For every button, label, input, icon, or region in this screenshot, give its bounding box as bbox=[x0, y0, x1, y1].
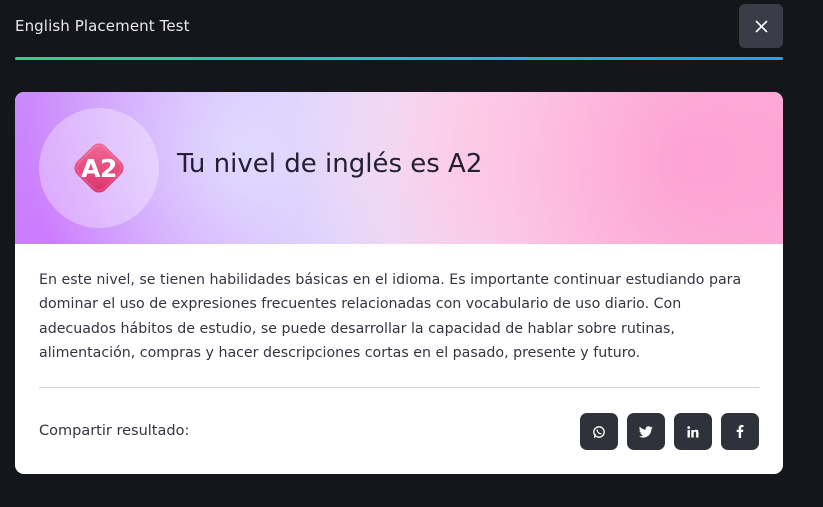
page-title: English Placement Test bbox=[15, 17, 190, 35]
result-description: En este nivel, se tienen habilidades bás… bbox=[39, 272, 742, 361]
result-hero: A2 Tu nivel de inglés es A2 bbox=[15, 92, 783, 244]
result-card: A2 Tu nivel de inglés es A2 En este nive… bbox=[15, 92, 783, 474]
level-badge-label: A2 bbox=[81, 153, 117, 183]
close-button[interactable] bbox=[739, 4, 783, 48]
linkedin-icon bbox=[687, 425, 699, 437]
level-badge: A2 bbox=[67, 136, 131, 200]
share-facebook-button[interactable] bbox=[721, 413, 759, 450]
level-badge-ring: A2 bbox=[39, 108, 159, 228]
divider bbox=[39, 387, 759, 388]
facebook-icon bbox=[736, 425, 744, 438]
result-heading: Tu nivel de inglés es A2 bbox=[177, 149, 483, 179]
close-icon bbox=[755, 20, 767, 32]
whatsapp-icon bbox=[593, 425, 605, 438]
modal-header: English Placement Test bbox=[15, 0, 783, 58]
share-buttons bbox=[580, 413, 759, 450]
share-whatsapp-button[interactable] bbox=[580, 413, 618, 450]
share-linkedin-button[interactable] bbox=[674, 413, 712, 450]
share-twitter-button[interactable] bbox=[627, 413, 665, 450]
twitter-icon bbox=[639, 425, 653, 438]
progress-bar bbox=[15, 57, 783, 60]
share-label: Compartir resultado: bbox=[39, 423, 190, 439]
